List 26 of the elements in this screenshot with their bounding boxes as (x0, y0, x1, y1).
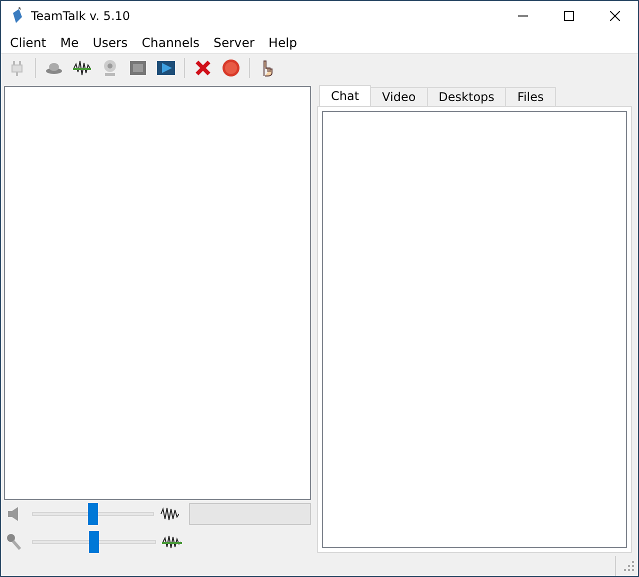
monitor-icon[interactable] (128, 58, 148, 78)
tab[interactable]: Chat (319, 85, 372, 106)
menu-item[interactable]: Channels (134, 34, 207, 50)
microphone-icon (6, 533, 22, 551)
microphone-slider[interactable] (32, 531, 156, 553)
waveform-icon (162, 533, 182, 551)
app-icon (10, 7, 24, 25)
window-title: TeamTalk v. 5.10 (31, 9, 132, 23)
slider-thumb[interactable] (89, 531, 99, 553)
menu-item[interactable]: Users (86, 34, 135, 50)
menu-item[interactable]: Me (53, 34, 86, 50)
waveform-icon[interactable] (72, 58, 92, 78)
menu-item[interactable]: Server (206, 34, 262, 50)
waveform-icon (160, 505, 180, 523)
stop-icon[interactable] (193, 58, 213, 78)
volume-slider[interactable] (32, 503, 154, 525)
maximize-icon (564, 11, 574, 21)
slider-thumb[interactable] (88, 503, 98, 525)
tab[interactable]: Desktops (426, 87, 506, 106)
close-icon (610, 11, 620, 21)
tab[interactable]: Files (505, 87, 556, 106)
menu-item[interactable]: Client (3, 34, 54, 50)
video-play-icon[interactable] (156, 58, 176, 78)
resize-grip-icon[interactable] (624, 561, 634, 571)
record-icon[interactable] (221, 58, 241, 78)
menu-item[interactable]: Help (262, 34, 304, 50)
